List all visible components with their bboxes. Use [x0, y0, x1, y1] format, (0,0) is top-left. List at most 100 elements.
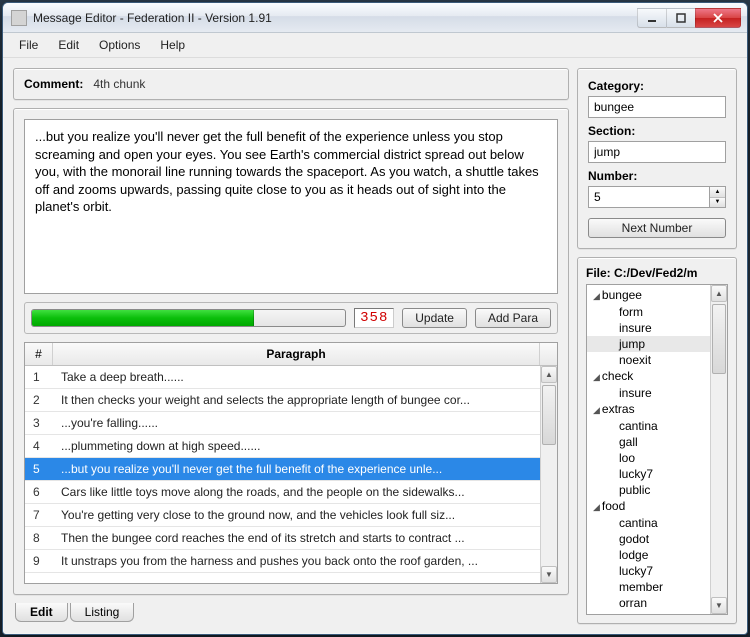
scroll-up-button[interactable]: ▲: [711, 285, 727, 302]
section-label: Section:: [588, 124, 726, 138]
tab-listing[interactable]: Listing: [70, 603, 135, 622]
comment-label: Comment:: [24, 77, 83, 91]
spin-buttons: ▲ ▼: [710, 186, 726, 208]
close-button[interactable]: [695, 8, 741, 28]
row-number: 3: [25, 412, 53, 434]
tree-node[interactable]: ◢extras: [587, 401, 710, 418]
menu-options[interactable]: Options: [89, 35, 150, 55]
tree-node[interactable]: lucky7: [587, 466, 710, 482]
message-textarea[interactable]: [24, 119, 558, 294]
scroll-down-button[interactable]: ▼: [541, 566, 557, 583]
row-number: 9: [25, 550, 53, 572]
tree-node[interactable]: lodge: [587, 547, 710, 563]
category-label: Category:: [588, 79, 726, 93]
progress-row: 358 Update Add Para: [24, 302, 558, 334]
menu-help[interactable]: Help: [150, 35, 195, 55]
properties-panel: Category: Section: Number: ▲ ▼ Next Numb…: [577, 68, 737, 249]
row-text: ...you're falling......: [53, 412, 557, 434]
row-text: It unstraps you from the harness and pus…: [53, 550, 557, 572]
tree-node[interactable]: jump: [587, 336, 710, 352]
tree-node[interactable]: noexit: [587, 352, 710, 368]
tree-node[interactable]: gall: [587, 434, 710, 450]
category-input[interactable]: [588, 96, 726, 118]
add-para-button[interactable]: Add Para: [475, 308, 551, 328]
menu-file[interactable]: File: [9, 35, 48, 55]
tree-node[interactable]: lucky7: [587, 563, 710, 579]
col-paragraph[interactable]: Paragraph: [53, 343, 540, 365]
tree-node-label: extras: [602, 402, 635, 416]
editor-panel: 358 Update Add Para # Paragraph 1Take a …: [13, 108, 569, 595]
tree-body: ◢bungeeforminsurejumpnoexit◢checkinsure◢…: [587, 285, 710, 614]
titlebar[interactable]: Message Editor - Federation II - Version…: [3, 3, 747, 33]
tree-scrollbar[interactable]: ▲ ▼: [710, 285, 727, 614]
table-row[interactable]: 5...but you realize you'll never get the…: [25, 458, 557, 481]
scroll-track[interactable]: [541, 383, 557, 566]
table-row[interactable]: 9It unstraps you from the harness and pu…: [25, 550, 557, 573]
expand-icon[interactable]: ◢: [593, 372, 600, 382]
col-scrollbar-gap: [540, 343, 557, 365]
table-row[interactable]: 6Cars like little toys move along the ro…: [25, 481, 557, 504]
expand-icon[interactable]: ◢: [593, 405, 600, 415]
tree-node[interactable]: orran: [587, 595, 710, 611]
close-icon: [713, 13, 723, 23]
section-input[interactable]: [588, 141, 726, 163]
tree-node[interactable]: godot: [587, 531, 710, 547]
number-input[interactable]: [588, 186, 710, 208]
right-column: Category: Section: Number: ▲ ▼ Next Numb…: [577, 68, 737, 624]
number-stepper[interactable]: ▲ ▼: [588, 186, 726, 208]
tree-node-label: lucky7: [619, 564, 653, 578]
tree-node[interactable]: cantina: [587, 515, 710, 531]
tree-node-label: loo: [619, 451, 635, 465]
tree-node[interactable]: ◢check: [587, 368, 710, 385]
spin-up-button[interactable]: ▲: [710, 187, 725, 198]
tree-node[interactable]: ◢food: [587, 498, 710, 515]
scroll-thumb[interactable]: [712, 304, 726, 374]
minimize-icon: [647, 13, 657, 23]
col-number[interactable]: #: [25, 343, 53, 365]
progress-bar: [31, 309, 346, 327]
table-row[interactable]: 1Take a deep breath......: [25, 366, 557, 389]
maximize-button[interactable]: [666, 8, 696, 28]
tree-node[interactable]: member: [587, 579, 710, 595]
row-number: 2: [25, 389, 53, 411]
number-label: Number:: [588, 169, 726, 183]
tree-node[interactable]: insure: [587, 320, 710, 336]
row-text: Then the bungee cord reaches the end of …: [53, 527, 557, 549]
file-path-label: File: C:/Dev/Fed2/m: [586, 266, 728, 280]
expand-icon[interactable]: ◢: [593, 291, 600, 301]
table-row[interactable]: 8Then the bungee cord reaches the end of…: [25, 527, 557, 550]
tab-edit[interactable]: Edit: [15, 603, 68, 622]
tree-node-label: washroom: [619, 612, 674, 614]
tree-node[interactable]: loo: [587, 450, 710, 466]
tree-node[interactable]: form: [587, 304, 710, 320]
tree-node[interactable]: public: [587, 482, 710, 498]
row-number: 7: [25, 504, 53, 526]
spin-down-button[interactable]: ▼: [710, 198, 725, 208]
expand-icon[interactable]: ◢: [593, 502, 600, 512]
table-header: # Paragraph: [25, 343, 557, 366]
file-tree-panel: File: C:/Dev/Fed2/m ◢bungeeforminsurejum…: [577, 257, 737, 624]
update-button[interactable]: Update: [402, 308, 467, 328]
table-row[interactable]: 4...plummeting down at high speed......: [25, 435, 557, 458]
tree-node[interactable]: insure: [587, 385, 710, 401]
tree-node-label: public: [619, 483, 650, 497]
tree-node-label: member: [619, 580, 663, 594]
scroll-up-button[interactable]: ▲: [541, 366, 557, 383]
next-number-button[interactable]: Next Number: [588, 218, 726, 238]
scroll-thumb[interactable]: [542, 385, 556, 445]
table-row[interactable]: 3...you're falling......: [25, 412, 557, 435]
window-controls: [638, 8, 741, 28]
table-row[interactable]: 7You're getting very close to the ground…: [25, 504, 557, 527]
paragraph-table: # Paragraph 1Take a deep breath......2It…: [24, 342, 558, 584]
minimize-button[interactable]: [637, 8, 667, 28]
scroll-track[interactable]: [711, 302, 727, 597]
tree-node-label: lodge: [619, 548, 648, 562]
scroll-down-button[interactable]: ▼: [711, 597, 727, 614]
tree-node[interactable]: cantina: [587, 418, 710, 434]
tree-node-label: check: [602, 369, 633, 383]
tree-node[interactable]: ◢bungee: [587, 287, 710, 304]
table-row[interactable]: 2It then checks your weight and selects …: [25, 389, 557, 412]
menu-edit[interactable]: Edit: [48, 35, 89, 55]
table-scrollbar[interactable]: ▲ ▼: [540, 366, 557, 583]
tree-node[interactable]: washroom: [587, 611, 710, 614]
